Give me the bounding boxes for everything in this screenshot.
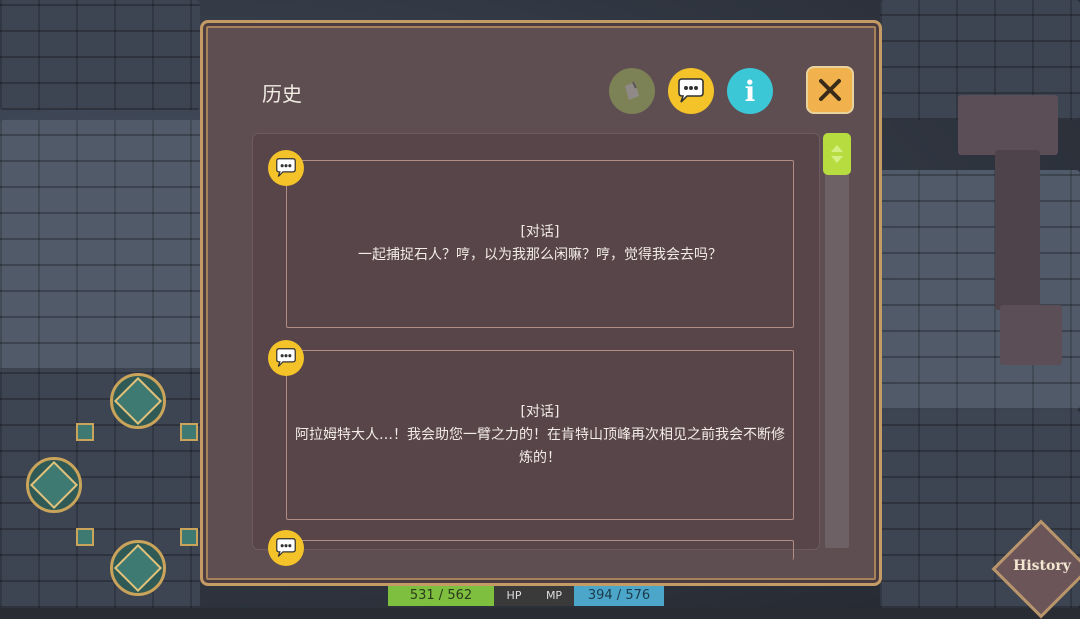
status-bar: 531 / 562 HP MP 394 / 576	[388, 586, 664, 606]
note-icon	[625, 81, 639, 100]
mp-value: 394 / 576	[574, 586, 664, 606]
stone-pillar	[1000, 305, 1062, 365]
dpad-up-button[interactable]	[110, 373, 166, 429]
dpad-down-right-button[interactable]	[180, 528, 198, 546]
arrow-down-icon	[113, 543, 163, 593]
stone-wall	[0, 0, 200, 110]
note-filter-button[interactable]	[609, 68, 655, 114]
list-item: [对话] 一起捕捉石人？哼，以为我那么闲嘛？哼，觉得我会去吗？	[286, 160, 794, 328]
dpad-left-button[interactable]	[26, 457, 82, 513]
entry-tag: [对话]	[520, 403, 560, 420]
chat-bubble-icon	[678, 78, 704, 103]
scroll-down-icon	[831, 156, 843, 163]
dpad-down-left-button[interactable]	[76, 528, 94, 546]
mp-label: MP	[534, 586, 574, 606]
stone-floor	[0, 120, 210, 370]
panel-title: 历史	[262, 82, 302, 106]
entry-tag: [对话]	[520, 224, 560, 240]
history-button-label: History	[1013, 558, 1071, 574]
chat-filter-button[interactable]	[668, 68, 714, 114]
entry-text: 一起捕捉石人？哼，以为我那么闲嘛？哼，觉得我会去吗？	[358, 247, 722, 263]
arrow-left-icon	[29, 460, 79, 510]
scroll-up-icon	[831, 145, 843, 152]
chat-bubble-icon	[268, 530, 304, 566]
chat-bubble-icon	[268, 340, 304, 376]
hp-label: HP	[494, 586, 534, 606]
info-icon: i	[744, 74, 756, 108]
chat-bubble-icon	[268, 150, 304, 186]
close-icon	[819, 79, 841, 101]
stone-floor	[880, 170, 1080, 410]
entry-text: 阿拉姆特大人…！我会助您一臂之力的！在肯特山顶峰再次相见之前我会不断修炼的！	[295, 426, 785, 466]
arrow-up-icon	[113, 376, 163, 426]
list-item: [对话] 阿拉姆特大人…！我会助您一臂之力的！在肯特山顶峰再次相见之前我会不断修…	[286, 350, 794, 520]
dpad-up-right-button[interactable]	[180, 423, 198, 441]
info-button[interactable]: i	[727, 68, 773, 114]
scrollbar-track[interactable]	[825, 133, 849, 548]
close-button[interactable]	[806, 66, 854, 114]
stone-pillar	[995, 150, 1040, 310]
scrollbar-thumb[interactable]	[823, 133, 851, 175]
dpad-up-left-button[interactable]	[76, 423, 94, 441]
stone-pillar	[958, 95, 1058, 155]
list-item	[286, 540, 794, 560]
dpad-down-button[interactable]	[110, 540, 166, 596]
hp-value: 531 / 562	[388, 586, 494, 606]
